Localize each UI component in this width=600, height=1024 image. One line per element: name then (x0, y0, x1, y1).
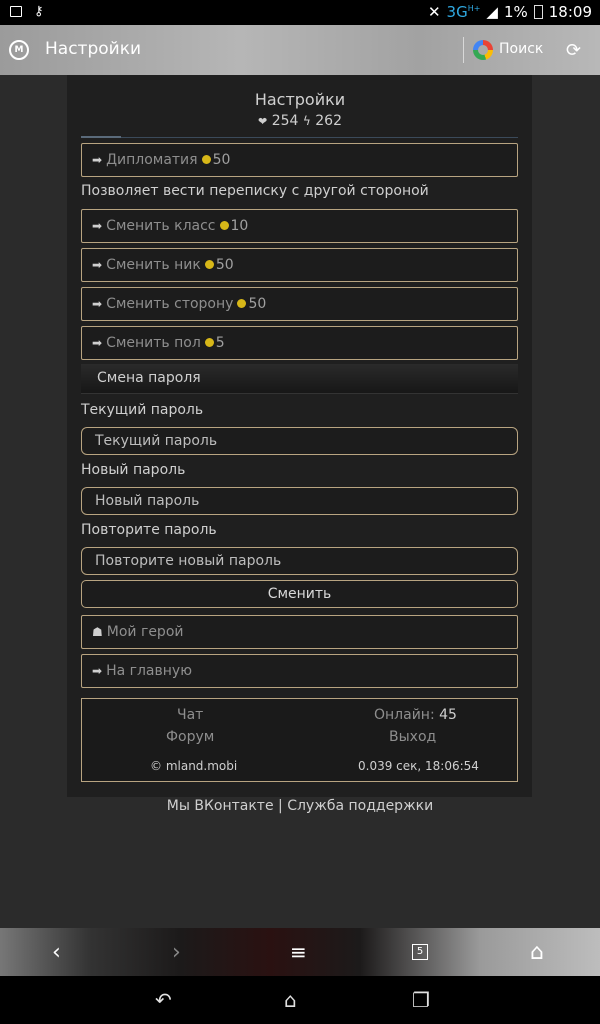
menu-icon[interactable]: ≡ (290, 940, 307, 964)
status-bar: ⚷ ✕ 3GH+ ◢ 1% 18:09 (0, 0, 600, 25)
hp-value: 254 (271, 113, 299, 129)
generation-time: 0.039 сек, 18:06:54 (358, 759, 479, 773)
new-password-label: Новый пароль (81, 462, 186, 478)
support-link[interactable]: Служба поддержки (287, 798, 433, 814)
my-hero-button[interactable]: ☗ Мой герой (81, 615, 518, 649)
coin-icon (204, 338, 214, 347)
signal-icon: ◢ (486, 3, 498, 21)
system-back-icon[interactable]: ↶ (155, 988, 172, 1012)
battery-percent: 1% (503, 3, 528, 21)
diplomacy-description: Позволяет вести переписку с другой сторо… (81, 183, 429, 199)
copyright: © mland.mobi (150, 759, 238, 773)
change-class-button[interactable]: ➡ Сменить класс 10 (81, 209, 518, 243)
hero-icon: ☗ (92, 625, 103, 639)
arrow-right-icon: ➡ (92, 297, 103, 311)
change-nick-button[interactable]: ➡ Сменить ник 50 (81, 248, 518, 282)
arrow-right-icon: ➡ (92, 153, 103, 167)
password-section-header: Смена пароля (81, 364, 518, 394)
system-recents-icon[interactable]: ❐ (412, 988, 430, 1012)
system-nav-bar: ↶ ⌂ ❐ (0, 976, 600, 1024)
coin-icon (237, 299, 247, 308)
app-logo-icon[interactable]: M (9, 40, 29, 60)
chat-link[interactable]: Чат (177, 707, 203, 723)
change-side-button[interactable]: ➡ Сменить сторону 50 (81, 287, 518, 321)
search-button[interactable]: Поиск (499, 41, 543, 57)
energy-icon: ϟ (302, 114, 311, 128)
browser-nav-bar: ‹ › ≡ 5 ⌂ (0, 928, 600, 976)
mute-icon: ✕ (427, 3, 441, 21)
player-stats: ❤ 254 ϟ 262 (0, 113, 600, 129)
energy-value: 262 (315, 113, 342, 129)
arrow-right-icon: ➡ (92, 336, 103, 350)
new-password-input[interactable]: Новый пароль (81, 487, 518, 515)
home-icon[interactable]: ⌂ (530, 940, 544, 965)
arrow-right-icon: ➡ (92, 258, 103, 272)
browser-toolbar: M Настройки Поиск ⟳ (0, 25, 600, 75)
online-counter[interactable]: Онлайн: 45 (374, 707, 457, 723)
browser-title: Настройки (45, 39, 142, 59)
active-tab-indicator (81, 136, 121, 138)
home-button[interactable]: ➡ На главную (81, 654, 518, 688)
google-icon[interactable] (473, 40, 493, 60)
heart-icon: ❤ (258, 115, 268, 128)
system-home-icon[interactable]: ⌂ (284, 988, 297, 1012)
page-title: Настройки (254, 90, 346, 109)
exit-link[interactable]: Выход (389, 729, 436, 745)
diplomacy-button[interactable]: ➡ Дипломатия 50 (81, 143, 518, 177)
coin-icon (204, 260, 214, 269)
arrow-right-icon: ➡ (92, 219, 103, 233)
repeat-password-label: Повторите пароль (81, 522, 217, 538)
battery-icon (533, 5, 543, 19)
current-password-label: Текущий пароль (81, 402, 204, 418)
tabs-icon[interactable]: 5 (412, 944, 428, 960)
footer-links: Мы ВКонтакте | Служба поддержки (166, 798, 434, 814)
network-type: 3GH+ (446, 3, 481, 21)
screenshot-notification-icon (10, 6, 22, 17)
change-gender-button[interactable]: ➡ Сменить пол 5 (81, 326, 518, 360)
clock: 18:09 (548, 3, 592, 21)
forward-icon[interactable]: › (172, 940, 181, 965)
header-divider (81, 136, 518, 138)
footer-box: Чат Онлайн: 45 Форум Выход © mland.mobi … (81, 698, 518, 782)
forum-link[interactable]: Форум (166, 729, 214, 745)
current-password-input[interactable]: Текущий пароль (81, 427, 518, 455)
toolbar-divider (463, 37, 464, 63)
vpn-key-icon: ⚷ (34, 4, 44, 19)
coin-icon (219, 221, 229, 230)
arrow-right-icon: ➡ (92, 664, 103, 678)
back-icon[interactable]: ‹ (52, 940, 61, 965)
coin-icon (201, 155, 211, 164)
reload-icon[interactable]: ⟳ (566, 40, 581, 61)
repeat-password-input[interactable]: Повторите новый пароль (81, 547, 518, 575)
change-password-button[interactable]: Сменить (81, 580, 518, 608)
vk-link[interactable]: Мы ВКонтакте (167, 798, 274, 814)
